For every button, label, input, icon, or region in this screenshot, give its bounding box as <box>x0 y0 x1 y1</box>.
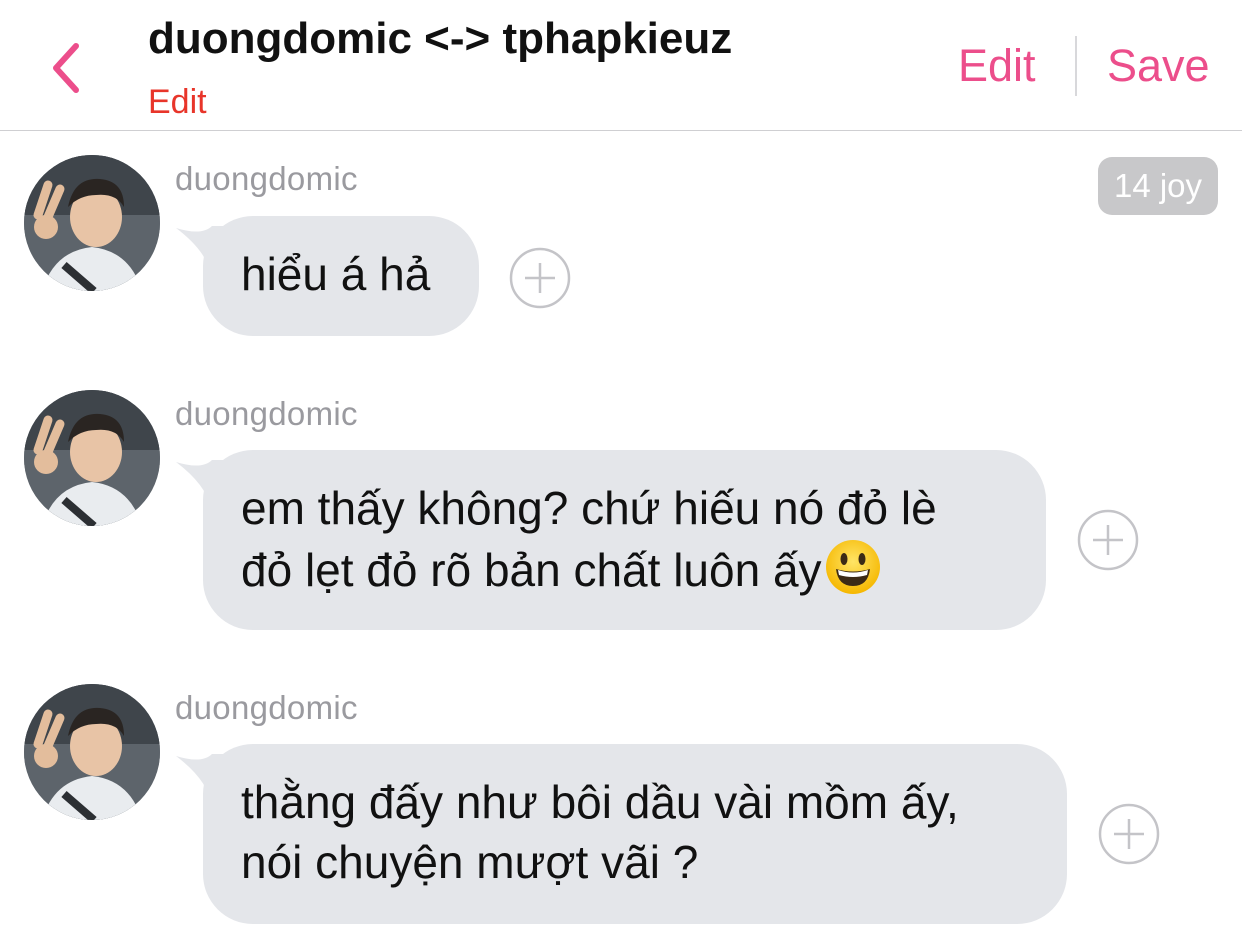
avatar[interactable] <box>24 155 160 291</box>
sender-name: duongdomic <box>175 689 358 726</box>
sender-name: duongdomic <box>175 160 358 197</box>
edit-button[interactable]: Edit <box>958 40 1036 92</box>
message-text-line: em thấy không? chứ hiếu nó đỏ lè <box>241 482 937 534</box>
chat-header: duongdomic <-> tphapkieuz Edit Edit Save <box>0 0 1242 131</box>
message-bubble[interactable]: em thấy không? chứ hiếu nó đỏ lè đỏ lẹt … <box>203 450 1046 630</box>
message-text-line: thằng đấy như bôi dầu vài mồm ấy, <box>241 776 959 828</box>
avatar[interactable] <box>24 390 160 526</box>
message-text-line-wrap: đỏ lẹt đỏ rõ bản chất luôn ấy <box>241 538 1008 600</box>
message-text-line: đỏ lẹt đỏ rõ bản chất luôn ấy <box>241 544 822 596</box>
message-bubble[interactable]: thằng đấy như bôi dầu vài mồm ấy, nói ch… <box>203 744 1067 924</box>
add-reaction-icon[interactable] <box>1097 802 1161 866</box>
message-bubble[interactable]: hiểu á hả <box>203 216 479 336</box>
message-text-line: nói chuyện mượt vãi ? <box>241 836 699 888</box>
avatar-photo-icon <box>24 155 160 291</box>
header-divider <box>1075 36 1077 96</box>
message-text: hiểu á hả <box>241 248 431 300</box>
subtitle-edit-link[interactable]: Edit <box>148 83 207 122</box>
avatar-photo-icon <box>24 684 160 820</box>
add-reaction-icon[interactable] <box>508 246 572 310</box>
sender-name: duongdomic <box>175 395 358 432</box>
avatar-photo-icon <box>24 390 160 526</box>
avatar[interactable] <box>24 684 160 820</box>
add-reaction-icon[interactable] <box>1076 508 1140 572</box>
save-button[interactable]: Save <box>1107 40 1210 92</box>
back-chevron-icon[interactable] <box>44 40 88 96</box>
conversation-title: duongdomic <-> tphapkieuz <box>148 14 733 63</box>
grinning-face-emoji-icon <box>825 540 880 594</box>
timestamp-badge: 14 joy <box>1098 157 1218 215</box>
